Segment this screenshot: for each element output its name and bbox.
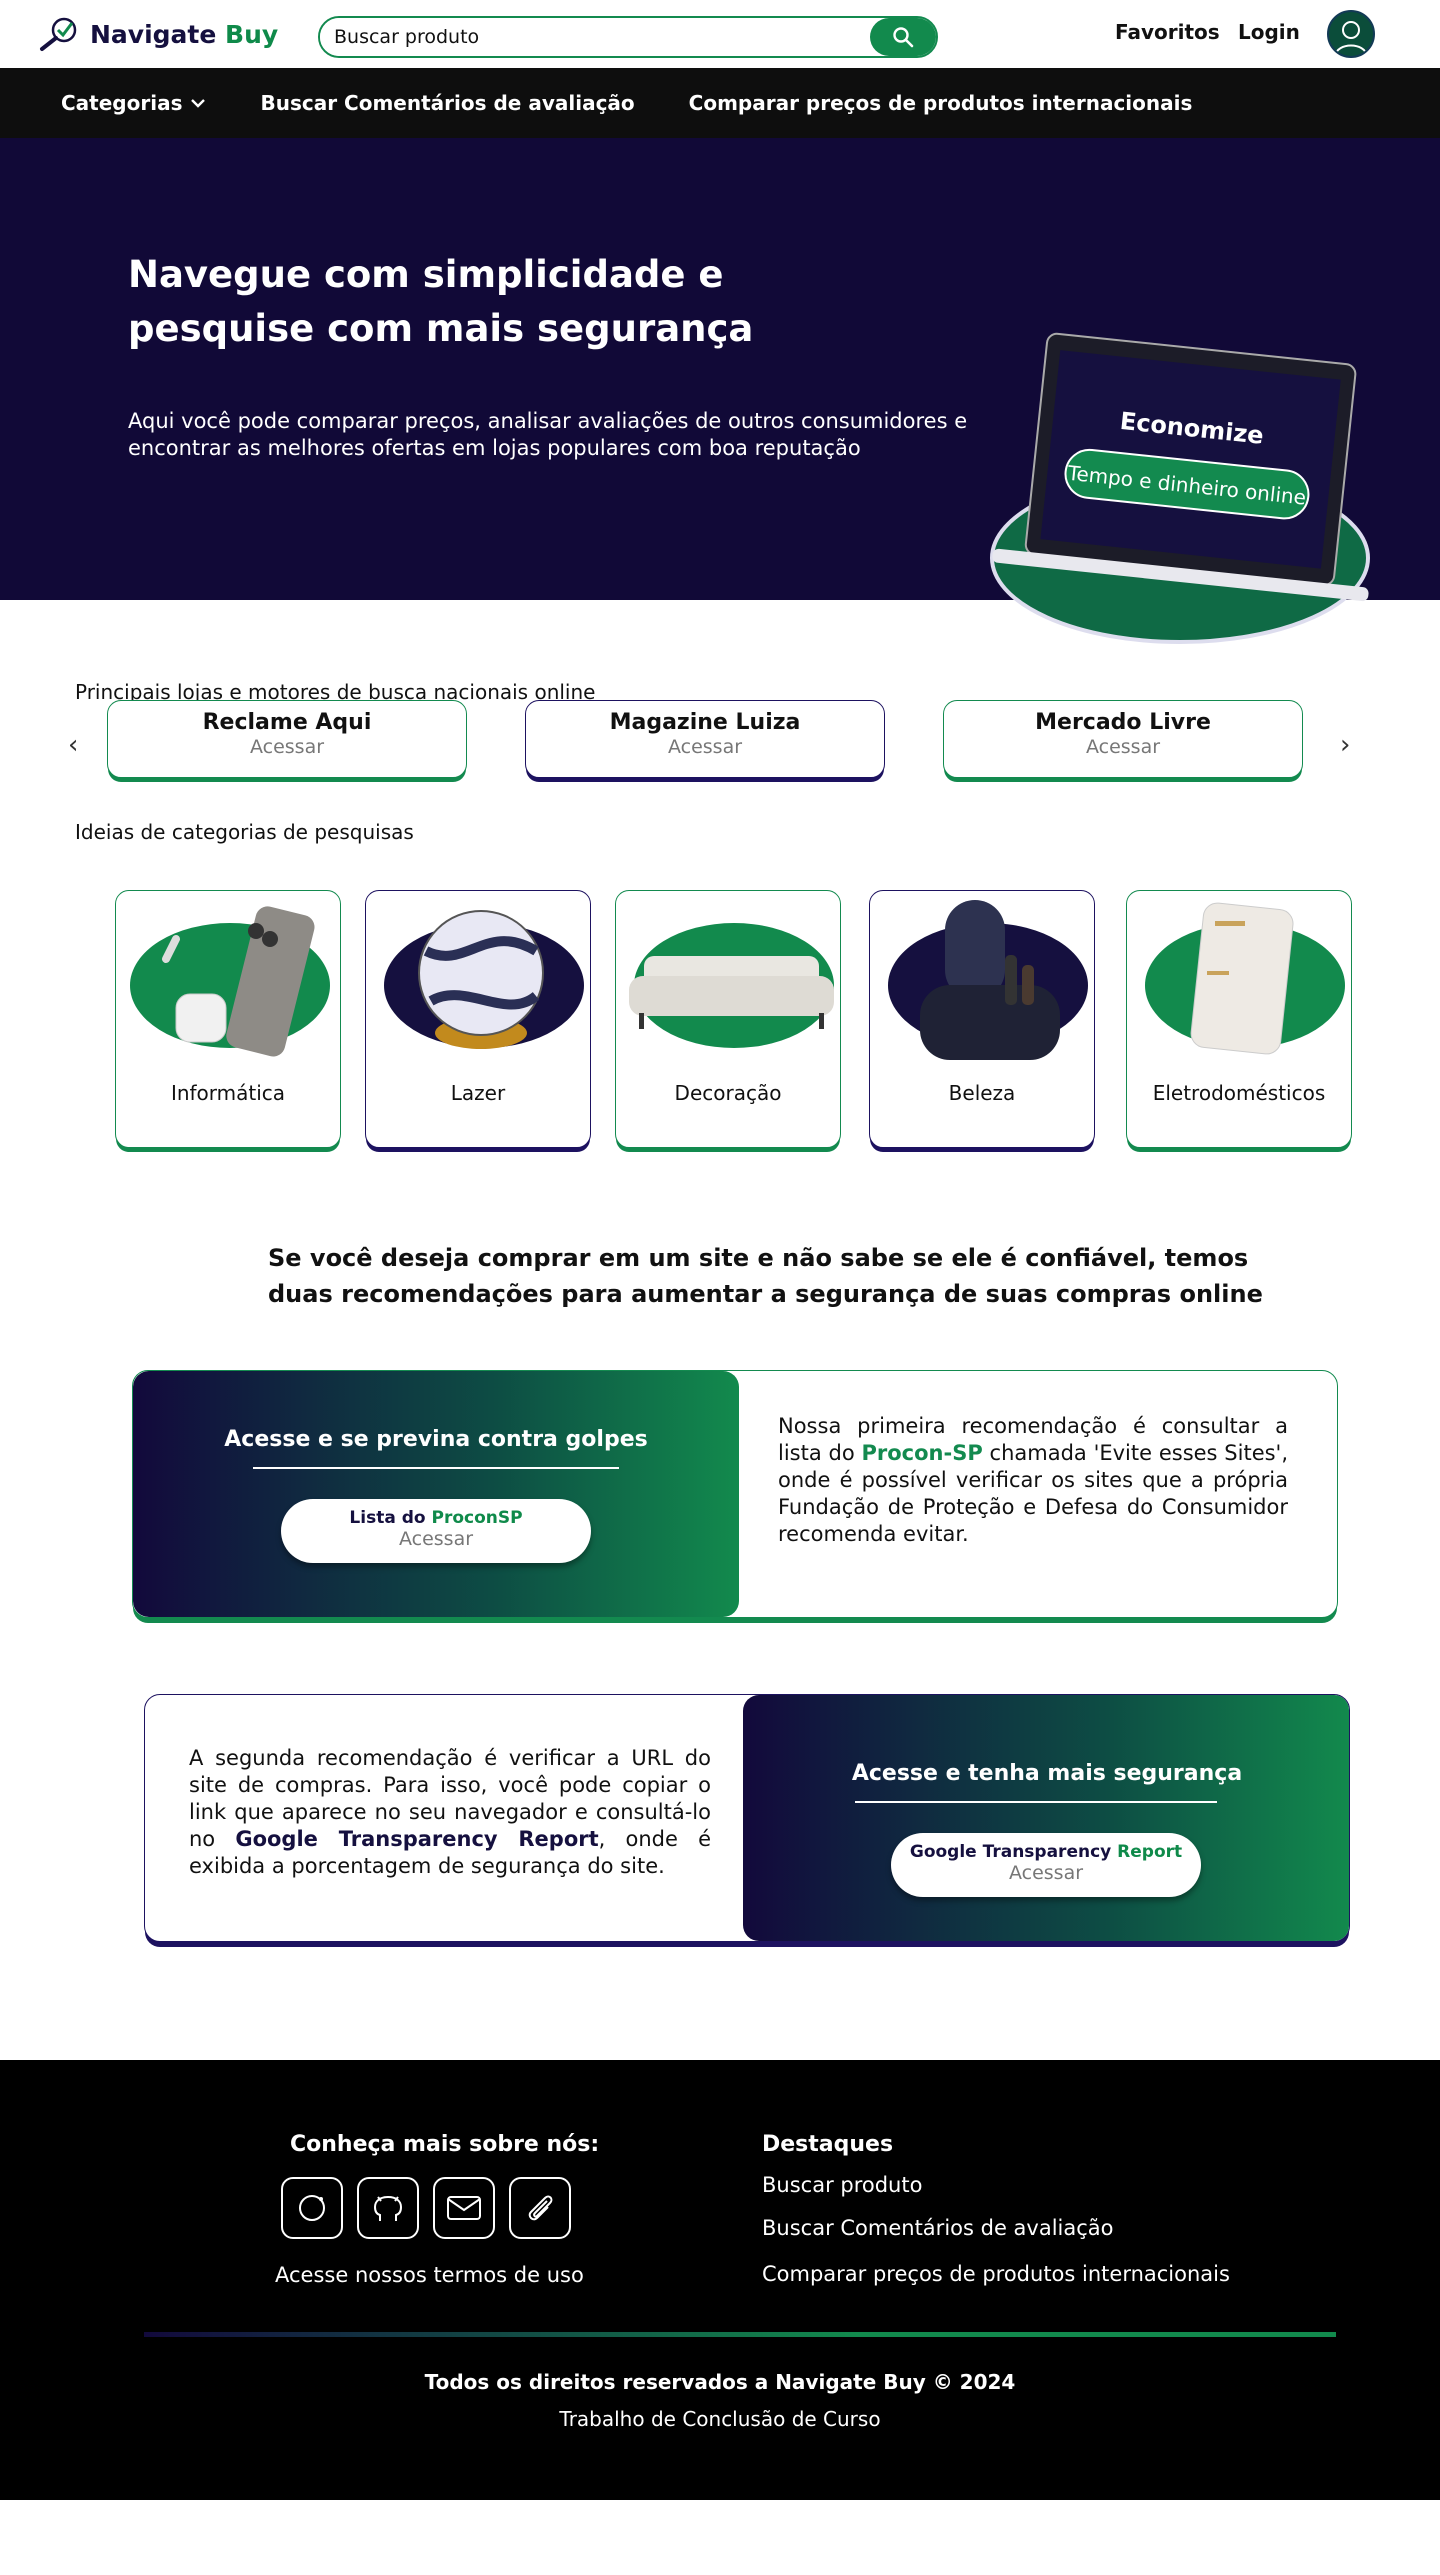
category-label: Informática [170, 1081, 286, 1105]
electronics-image [162, 906, 315, 1057]
footer-divider [144, 2332, 1336, 2337]
paperclip-icon[interactable] [509, 2177, 571, 2239]
store-card-magazine-luiza[interactable]: Magazine Luiza Acessar [525, 700, 885, 778]
site-footer: Conheça mais sobre nós: Acesse nossos te… [0, 2060, 1440, 2500]
category-card-decoracao[interactable]: Decoração [615, 890, 841, 1148]
search-bar [318, 16, 938, 58]
copyright: Todos os direitos reservados a Navigate … [424, 2370, 1016, 2394]
store-card-reclame-aqui[interactable]: Reclame Aqui Acessar [107, 700, 467, 778]
recommendation-card-google: A segunda recomendação é verificar a URL… [144, 1694, 1350, 1942]
stores-section: Principais lojas e motores de busca naci… [0, 600, 1440, 820]
footer-about-title: Conheça mais sobre nós: [290, 2132, 600, 2157]
hero-title: Navegue com simplicidade e pesquise com … [128, 253, 754, 350]
instagram-icon[interactable] [281, 2177, 343, 2239]
recommendations-section: Se você deseja comprar em um site e não … [0, 1240, 1440, 2060]
nav-compare[interactable]: Comparar preços de produtos internaciona… [689, 91, 1193, 115]
search-input[interactable] [320, 18, 890, 56]
terms-link[interactable]: Acesse nossos termos de uso [275, 2263, 584, 2287]
avatar[interactable] [1327, 10, 1375, 58]
login-link[interactable]: Login [1238, 20, 1300, 44]
footer-link-compare[interactable]: Comparar preços de produtos internaciona… [762, 2262, 1230, 2286]
store-card-mercado-livre[interactable]: Mercado Livre Acessar [943, 700, 1303, 778]
card-heading: Acesse e se previna contra golpes [224, 1427, 648, 1452]
category-card-informatica[interactable]: Informática [115, 890, 341, 1148]
category-label: Decoração [674, 1081, 782, 1105]
hero-banner: Navegue com simplicidade e pesquise com … [0, 138, 1440, 644]
main-nav: Categorias Buscar Comentários de avaliaç… [0, 68, 1440, 138]
user-icon [1334, 21, 1368, 56]
search-icon [893, 27, 914, 48]
category-label: Eletrodomésticos [1152, 1081, 1326, 1105]
chevron-left-icon[interactable]: ‹ [68, 730, 78, 760]
laptop-illustration: Economize Tempo e dinheiro online [990, 332, 1370, 644]
ball-image [418, 910, 544, 1049]
chevron-down-icon [191, 99, 206, 108]
category-card-lazer[interactable]: Lazer [365, 890, 591, 1148]
top-header: Navigate Buy Favoritos Login [0, 0, 1440, 68]
logo-check-icon [40, 17, 77, 51]
brand-logo[interactable]: Navigate Buy [38, 16, 278, 52]
brand-name: Navigate Buy [90, 19, 279, 49]
hero-subtitle: Aqui você pode comparar preços, analisar… [128, 409, 968, 460]
github-icon[interactable] [357, 2177, 419, 2239]
recommendations-title: Se você deseja comprar em um site e não … [268, 1244, 1263, 1308]
recommendation-card-procon: Acesse e se previna contra golpes Lista … [132, 1370, 1338, 1618]
tcc-note: Trabalho de Conclusão de Curso [559, 2407, 881, 2431]
procon-list-button[interactable]: Lista do ProconSP Acessar [281, 1499, 591, 1563]
beauty-image [920, 900, 1060, 1060]
footer-highlights-title: Destaques [762, 2132, 894, 2157]
google-transparency-button[interactable]: Google Transparency Report Acessar [891, 1833, 1201, 1897]
search-button[interactable] [870, 18, 936, 56]
category-card-eletrodomesticos[interactable]: Eletrodomésticos [1126, 890, 1352, 1148]
favorites-link[interactable]: Favoritos [1115, 20, 1220, 44]
category-card-beleza[interactable]: Beleza [869, 890, 1095, 1148]
card-description: A segunda recomendação é verificar a URL… [189, 1746, 711, 1878]
sofa-image [629, 956, 834, 1029]
categories-title: Ideias de categorias de pesquisas [75, 820, 414, 844]
fridge-image [1190, 902, 1294, 1055]
card-heading: Acesse e tenha mais segurança [851, 1761, 1243, 1786]
nav-reviews[interactable]: Buscar Comentários de avaliação [260, 91, 634, 115]
category-label: Beleza [948, 1081, 1016, 1105]
category-label: Lazer [450, 1081, 506, 1105]
footer-link-search[interactable]: Buscar produto [762, 2173, 922, 2197]
card-description: Nossa primeira recomendação é consultar … [778, 1414, 1289, 1546]
footer-link-reviews[interactable]: Buscar Comentários de avaliação [762, 2216, 1114, 2240]
categories-section: Ideias de categorias de pesquisas Inform… [0, 820, 1440, 1240]
mail-icon[interactable] [433, 2177, 495, 2239]
nav-categories[interactable]: Categorias [61, 91, 206, 115]
chevron-right-icon[interactable]: › [1340, 730, 1350, 760]
